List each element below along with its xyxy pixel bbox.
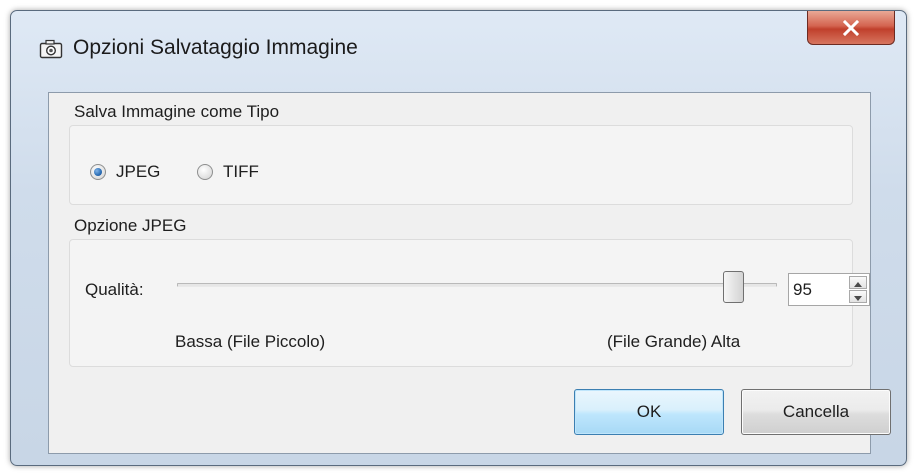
close-icon — [842, 19, 860, 36]
quality-min-label: Bassa (File Piccolo) — [175, 332, 326, 351]
cancel-button[interactable]: Cancella — [741, 389, 891, 435]
close-button[interactable] — [807, 11, 895, 45]
image-type-group — [69, 125, 853, 205]
quality-input[interactable] — [793, 274, 843, 305]
radio-tiff-label: TIFF — [223, 162, 259, 181]
dialog-title: Opzioni Salvataggio Immagine — [73, 36, 358, 59]
title-bar[interactable]: Opzioni Salvataggio Immagine — [11, 11, 906, 81]
quality-slider-thumb[interactable] — [723, 271, 744, 303]
image-type-group-label: Salva Immagine come Tipo — [74, 102, 280, 121]
radio-tiff-indicator[interactable] — [197, 164, 213, 180]
quality-spinbox[interactable] — [788, 273, 870, 306]
radio-tiff[interactable]: TIFF — [197, 162, 259, 182]
quality-label: Qualità: — [85, 280, 144, 299]
quality-slider-track[interactable] — [177, 283, 777, 287]
radio-jpeg-label: JPEG — [116, 162, 161, 181]
spin-down-button[interactable] — [849, 290, 867, 303]
quality-spin-buttons — [849, 276, 867, 303]
ok-button[interactable]: OK — [574, 389, 724, 435]
jpeg-options-group-label: Opzione JPEG — [74, 216, 187, 235]
radio-jpeg-indicator[interactable] — [90, 164, 106, 180]
dialog-window: Opzioni Salvataggio Immagine Salva Immag… — [10, 10, 907, 466]
radio-jpeg[interactable]: JPEG — [90, 162, 160, 182]
quality-max-label: (File Grande) Alta — [607, 332, 741, 351]
arrow-down-icon — [854, 288, 862, 306]
dialog-body: Salva Immagine come Tipo JPEG TIFF Opzio… — [48, 92, 891, 454]
camera-icon — [39, 39, 63, 59]
